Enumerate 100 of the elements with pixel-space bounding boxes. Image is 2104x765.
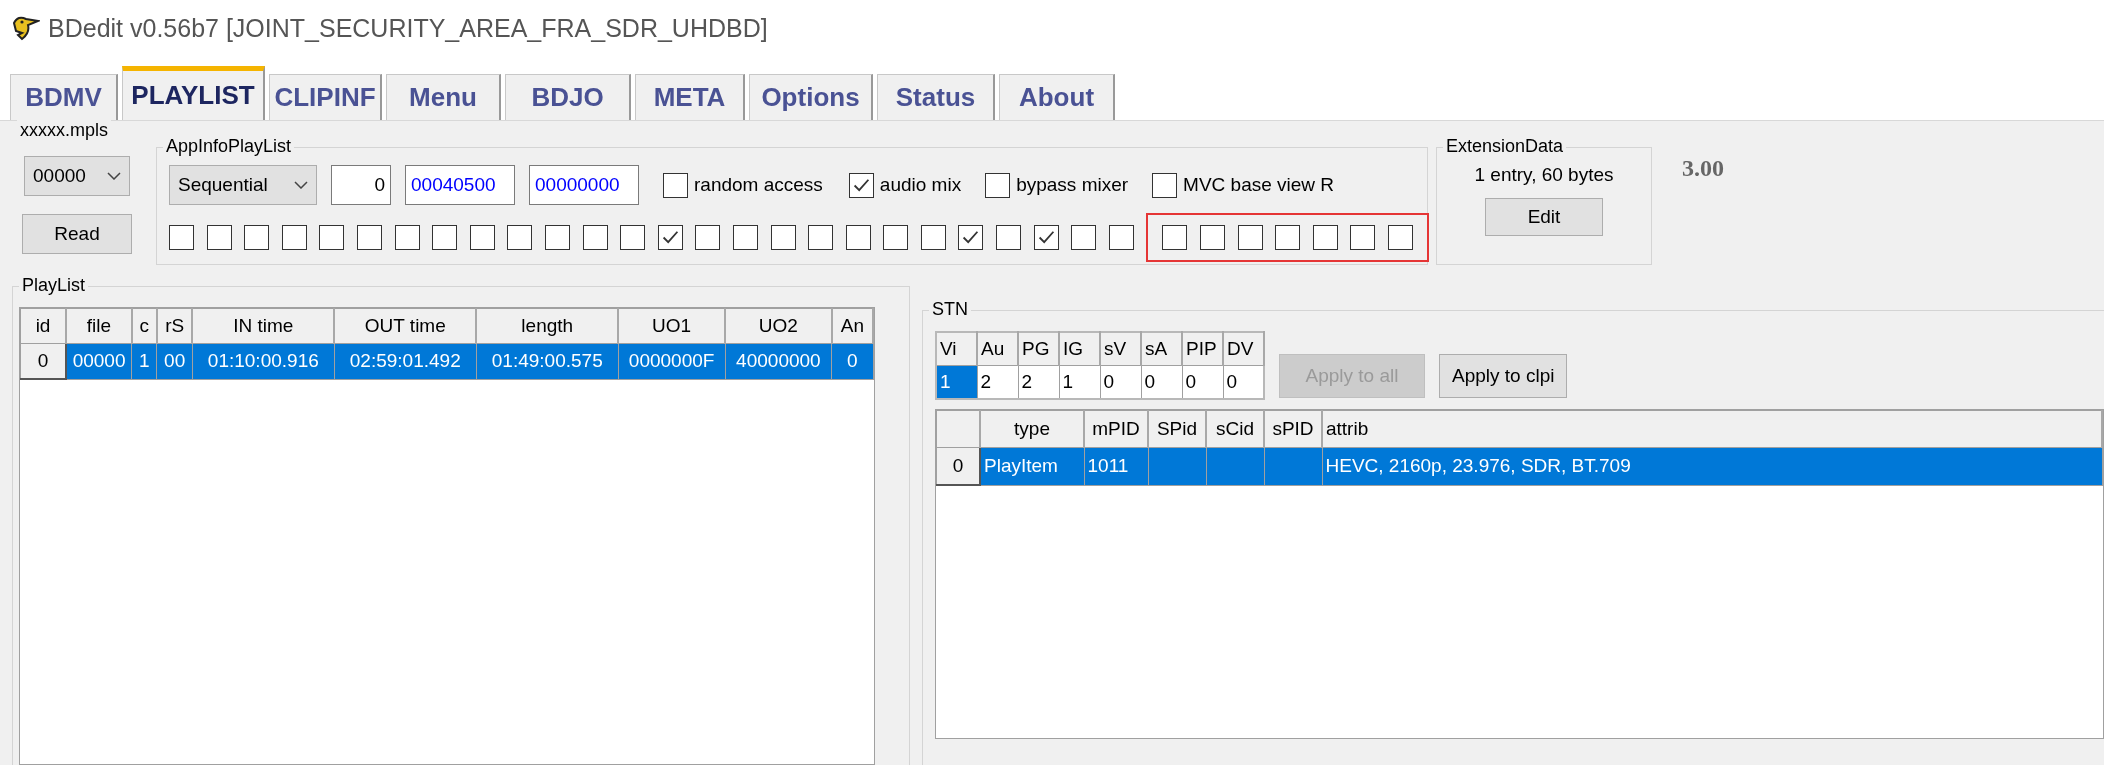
checkbox[interactable] — [1350, 225, 1376, 250]
apply-button[interactable]: Apply to clpi — [1439, 353, 1568, 398]
playback-type-dropdown[interactable]: Sequential — [169, 165, 317, 205]
tab[interactable]: Options — [749, 74, 873, 120]
column-header: sA — [1141, 332, 1182, 366]
column-header[interactable]: type — [980, 410, 1084, 448]
tab[interactable]: CLIPINF — [269, 74, 382, 120]
checkbox[interactable] — [808, 225, 834, 250]
window-title: BDedit v0.56b7 [JOINT_SECURITY_AREA_FRA_SDR_UHDBD] — [48, 13, 768, 43]
checkbox[interactable] — [244, 225, 270, 250]
checkbox[interactable] — [770, 225, 796, 250]
table-cell: 00000 — [66, 343, 132, 379]
checkbox[interactable] — [319, 225, 345, 250]
tab[interactable]: META — [635, 74, 745, 120]
checkbox[interactable] — [1312, 225, 1338, 250]
extension-summary: 1 entry, 60 bytes — [1474, 164, 1614, 186]
checkbox[interactable] — [848, 172, 874, 198]
checkbox-label: MVC base view R — [1183, 174, 1335, 196]
table-cell: 40000000 — [725, 343, 832, 379]
column-header[interactable]: id — [20, 308, 67, 344]
checkbox[interactable] — [920, 225, 946, 250]
group-title: AppInfoPlayList — [163, 136, 295, 157]
checkbox[interactable] — [1152, 172, 1178, 198]
column-header[interactable]: SPid — [1148, 410, 1206, 448]
checkbox[interactable] — [544, 225, 570, 250]
table-row[interactable]: 0 PlayItem 1011 HEVC, 2160p, 23.976, SDR, BT.709 — [936, 447, 2102, 485]
checkbox[interactable] — [469, 225, 495, 250]
table-cell: 01:10:00.916 — [192, 343, 335, 379]
read-button[interactable]: Read — [22, 214, 132, 254]
edit-button[interactable]: Edit — [1485, 198, 1603, 236]
table-row[interactable]: 0 00000 1 00 01:10:00.916 02:59:01.492 01:49:00.575 0000000F 40000000 0 — [20, 343, 873, 379]
column-header: DV — [1223, 332, 1264, 366]
checkbox[interactable] — [394, 225, 420, 250]
table-cell: 1011 — [1084, 447, 1148, 485]
checkbox[interactable] — [1033, 225, 1059, 250]
table-cell[interactable]: 1 — [936, 365, 977, 399]
checkbox[interactable] — [1200, 225, 1226, 250]
tab[interactable]: BDJO — [505, 74, 631, 120]
group-title: xxxxx.mpls — [17, 120, 111, 141]
checkbox[interactable] — [1275, 225, 1301, 250]
checkbox[interactable] — [1162, 225, 1188, 250]
caret-icon — [107, 172, 121, 180]
table-cell: PlayItem — [980, 447, 1084, 485]
column-header[interactable]: sCid — [1206, 410, 1264, 448]
caret-icon — [294, 181, 308, 189]
checkbox[interactable] — [620, 225, 646, 250]
checkbox[interactable] — [732, 225, 758, 250]
checkbox[interactable] — [281, 225, 307, 250]
column-header: PG — [1018, 332, 1059, 366]
checkbox[interactable] — [1237, 225, 1263, 250]
column-header[interactable]: rS — [156, 308, 193, 344]
column-header: IG — [1059, 332, 1100, 366]
column-header[interactable]: mPID — [1084, 410, 1148, 448]
checkbox[interactable] — [657, 225, 683, 250]
tab[interactable]: About — [999, 74, 1115, 120]
checkbox[interactable] — [883, 225, 909, 250]
column-header[interactable]: file — [66, 308, 132, 344]
checkbox[interactable] — [507, 225, 533, 250]
checkbox[interactable] — [845, 225, 871, 250]
tab[interactable]: Status — [877, 74, 995, 120]
tab[interactable]: BDMV — [10, 74, 118, 120]
file-dropdown[interactable]: 00000 — [24, 156, 130, 196]
column-header[interactable]: c — [131, 308, 157, 344]
checkbox[interactable] — [582, 225, 608, 250]
row-header[interactable]: 0 — [936, 447, 980, 485]
checkbox[interactable] — [1108, 225, 1134, 250]
column-header[interactable]: sPID — [1264, 410, 1322, 448]
checkbox[interactable] — [206, 225, 232, 250]
table-cell: 01:49:00.575 — [476, 343, 619, 379]
column-header[interactable]: An — [831, 308, 873, 344]
checkbox[interactable] — [663, 172, 688, 198]
checkbox[interactable] — [985, 172, 1011, 198]
input-field[interactable]: 00040500 — [405, 165, 515, 205]
table-cell: 0 — [831, 343, 873, 379]
column-header[interactable]: UO2 — [725, 308, 832, 344]
input-field[interactable]: 00000000 — [529, 165, 639, 205]
column-header[interactable]: attrib — [1322, 410, 2102, 448]
checkbox[interactable] — [432, 225, 458, 250]
table-cell: HEVC, 2160p, 23.976, SDR, BT.709 — [1322, 447, 2102, 485]
checkbox[interactable] — [1388, 225, 1413, 250]
checkbox[interactable] — [958, 225, 984, 250]
row-header[interactable]: 0 — [20, 343, 67, 379]
checkbox[interactable] — [1071, 225, 1097, 250]
checkbox[interactable] — [996, 225, 1022, 250]
checkbox[interactable] — [356, 225, 382, 250]
table-cell: 02:59:01.492 — [334, 343, 477, 379]
column-header[interactable]: length — [476, 308, 619, 344]
version-number: 3.00 — [1682, 155, 1724, 182]
checkbox-label: bypass mixer — [1016, 174, 1129, 196]
column-header[interactable]: OUT time — [334, 308, 477, 344]
input-field[interactable]: 0 — [331, 165, 391, 205]
column-header: Vi — [936, 332, 977, 366]
column-header: Au — [977, 332, 1018, 366]
checkbox[interactable] — [169, 225, 194, 250]
checkbox[interactable] — [695, 225, 721, 250]
tab[interactable]: Menu — [386, 74, 501, 120]
tab[interactable]: PLAYLIST — [122, 66, 265, 120]
group-title: PlayList — [19, 275, 89, 296]
column-header[interactable]: IN time — [192, 308, 335, 344]
column-header[interactable]: UO1 — [618, 308, 726, 344]
